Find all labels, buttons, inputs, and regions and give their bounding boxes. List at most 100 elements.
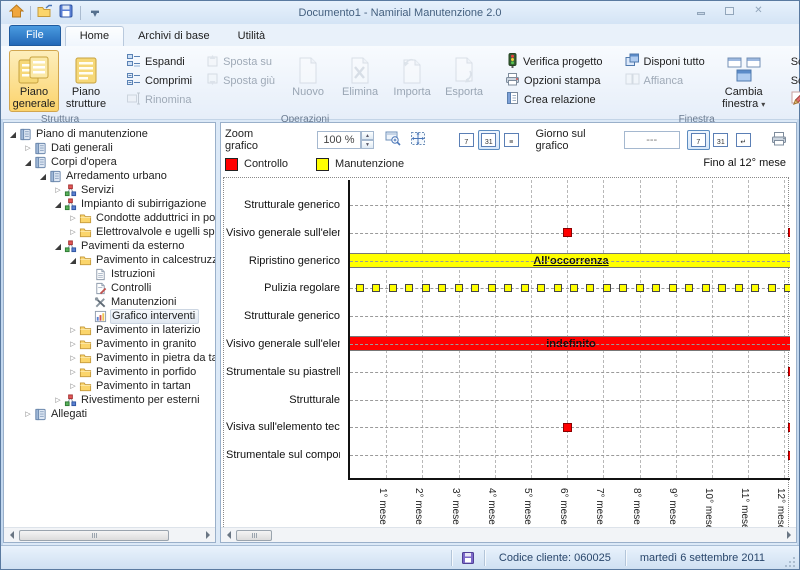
status-date: martedì 6 settembre 2011 [626, 552, 779, 564]
scrollbar-thumb[interactable] [19, 530, 169, 541]
tree-horizontal-scrollbar[interactable] [4, 527, 215, 542]
zoom-100-button[interactable] [382, 130, 404, 150]
sposta-su-button[interactable]: Sposta su [201, 52, 280, 71]
day-goto-toggle[interactable]: ↵ [732, 130, 754, 150]
opzioni-stampa-button[interactable]: Opzioni stampa [500, 71, 608, 90]
tree-item[interactable]: ◢Arredamento urbano [4, 169, 215, 183]
esporta-button[interactable]: Esporta [439, 50, 489, 112]
tree-item[interactable]: Istruzioni [4, 267, 215, 281]
zoom-fit-button[interactable] [406, 130, 428, 150]
maintenance-marker [784, 284, 790, 292]
comprimi-button[interactable]: Comprimi [122, 71, 197, 90]
collapse-toggle-icon[interactable]: ◢ [52, 242, 64, 251]
expand-toggle-icon[interactable]: ▷ [52, 396, 64, 404]
tree-item[interactable]: ▷Pavimento in laterizio [4, 323, 215, 337]
open-button[interactable] [36, 4, 54, 21]
tree-item[interactable]: ▷Condotte adduttrici in polietilene [4, 211, 215, 225]
collapse-toggle-icon[interactable]: ◢ [37, 172, 49, 181]
tab-file[interactable]: File [9, 25, 61, 46]
collapse-toggle-icon[interactable]: ◢ [22, 158, 34, 167]
tree-item[interactable]: ▷Pavimento in porfido [4, 365, 215, 379]
verifica-progetto-button[interactable]: Verifica progetto [500, 52, 608, 71]
maintenance-marker [718, 284, 726, 292]
expand-toggle-icon[interactable]: ▷ [67, 382, 79, 390]
minimize-button[interactable] [694, 5, 707, 16]
qat-customize-dropdown[interactable]: ▬▾ [86, 4, 104, 21]
tree-item[interactable]: ▷Pavimento in granito [4, 337, 215, 351]
day-week-toggle[interactable]: 7 [687, 130, 709, 150]
cambia-finestra-button[interactable]: Cambia finestra ▾ [713, 50, 775, 112]
elimina-button[interactable]: Elimina [335, 50, 385, 112]
rinomina-button[interactable]: Rinomina [122, 90, 197, 109]
view-week-toggle[interactable]: 7 [455, 130, 477, 150]
view-period-toggle[interactable]: ≡ [500, 130, 522, 150]
expand-toggle-icon[interactable]: ▷ [22, 144, 34, 152]
collapse-toggle-icon[interactable]: ◢ [67, 256, 79, 265]
home-button[interactable] [7, 4, 25, 21]
apri-documento-button[interactable]: Apri documento [786, 90, 800, 109]
navigation-tree-panel: ◢Piano di manutenzione▷Dati generali◢Cor… [3, 122, 216, 543]
scroll-left-arrow[interactable] [221, 529, 236, 542]
importa-button[interactable]: Importa [387, 50, 437, 112]
view-month-toggle[interactable]: 31 [478, 130, 500, 150]
disponi-tutto-button[interactable]: Disponi tutto [620, 52, 710, 71]
scrollbar-thumb[interactable] [236, 530, 272, 541]
print-chart-button[interactable] [768, 130, 790, 150]
tree-item[interactable]: ◢Corpi d'opera [4, 155, 215, 169]
schermo-1280x1024-button[interactable]: Schermo 1280x1024 [786, 71, 800, 90]
tree-item[interactable]: ▷Allegati [4, 407, 215, 421]
tab-archivi-di-base[interactable]: Archivi di base [124, 27, 224, 46]
expand-toggle-icon[interactable]: ▷ [22, 410, 34, 418]
expand-toggle-icon[interactable]: ▷ [52, 186, 64, 194]
tree-item[interactable]: ◢Impianto di subirrigazione [4, 197, 215, 211]
tab-home[interactable]: Home [65, 26, 124, 46]
espandi-button[interactable]: Espandi [122, 52, 197, 71]
expand-toggle-icon[interactable]: ▷ [67, 368, 79, 376]
resize-grip[interactable] [783, 555, 797, 569]
expand-toggle-icon[interactable]: ▷ [67, 354, 79, 362]
tree-item[interactable]: ◢Piano di manutenzione [4, 127, 215, 141]
zoom-spinner[interactable]: ▲▼ [361, 131, 374, 149]
sposta-giu-button[interactable]: Sposta giù [201, 71, 280, 90]
tree-item[interactable]: ▷Pavimento in pietra da taglio [4, 351, 215, 365]
tab-utilita[interactable]: Utilità [224, 27, 280, 46]
expand-toggle-icon[interactable]: ▷ [67, 214, 79, 222]
scroll-right-arrow[interactable] [200, 529, 215, 542]
giorno-input[interactable] [624, 131, 680, 149]
piano-strutture-button[interactable]: Piano strutture [61, 50, 111, 112]
expand-toggle-icon[interactable]: ▷ [67, 228, 79, 236]
chart-horizontal-scrollbar[interactable] [221, 527, 796, 542]
collapse-toggle-icon[interactable]: ◢ [7, 130, 19, 139]
book-icon [34, 408, 50, 421]
tree-item-label: Pavimento in tartan [95, 380, 194, 393]
scroll-left-arrow[interactable] [4, 529, 19, 542]
tree-item[interactable]: ▷Elettrovalvole e ugelli spruzzatori [4, 225, 215, 239]
scroll-right-arrow[interactable] [781, 529, 796, 542]
nuovo-button[interactable]: Nuovo [283, 50, 333, 112]
crea-relazione-button[interactable]: Crea relazione [500, 90, 608, 109]
close-button[interactable]: ✕ [752, 5, 765, 16]
piano-generale-button[interactable]: Piano generale [9, 50, 59, 112]
schermo-1024x768-button[interactable]: Schermo 1024x768 [786, 52, 800, 71]
tree-item[interactable]: Controlli [4, 281, 215, 295]
day-month-toggle[interactable]: 31 [710, 130, 732, 150]
maximize-button[interactable] [723, 5, 736, 16]
tree-item[interactable]: ▷ Pavimento in tartan [4, 379, 215, 393]
tree-item[interactable]: ◢Pavimenti da esterno [4, 239, 215, 253]
zoom-input[interactable] [317, 131, 361, 149]
collapse-toggle-icon[interactable]: ◢ [52, 200, 64, 209]
tree-item[interactable]: ◢Pavimento in calcestruzzo [4, 253, 215, 267]
expand-toggle-icon[interactable]: ▷ [67, 326, 79, 334]
verifica-progetto-label: Verifica progetto [523, 56, 603, 68]
tree-item[interactable]: Manutenzioni [4, 295, 215, 309]
tree-item-label: Controlli [110, 282, 154, 295]
expand-toggle-icon[interactable]: ▷ [67, 340, 79, 348]
affianca-button[interactable]: Affianca [620, 71, 710, 90]
save-button[interactable] [57, 4, 75, 21]
zoom-grafico-label: Zoom grafico [225, 128, 285, 152]
tree-item[interactable]: ▷Rivestimento per esterni [4, 393, 215, 407]
tree-item[interactable]: ▷Dati generali [4, 141, 215, 155]
tree-item[interactable]: ▷Servizi [4, 183, 215, 197]
tree-item[interactable]: Grafico interventi [4, 309, 215, 323]
control-marker [788, 228, 790, 237]
